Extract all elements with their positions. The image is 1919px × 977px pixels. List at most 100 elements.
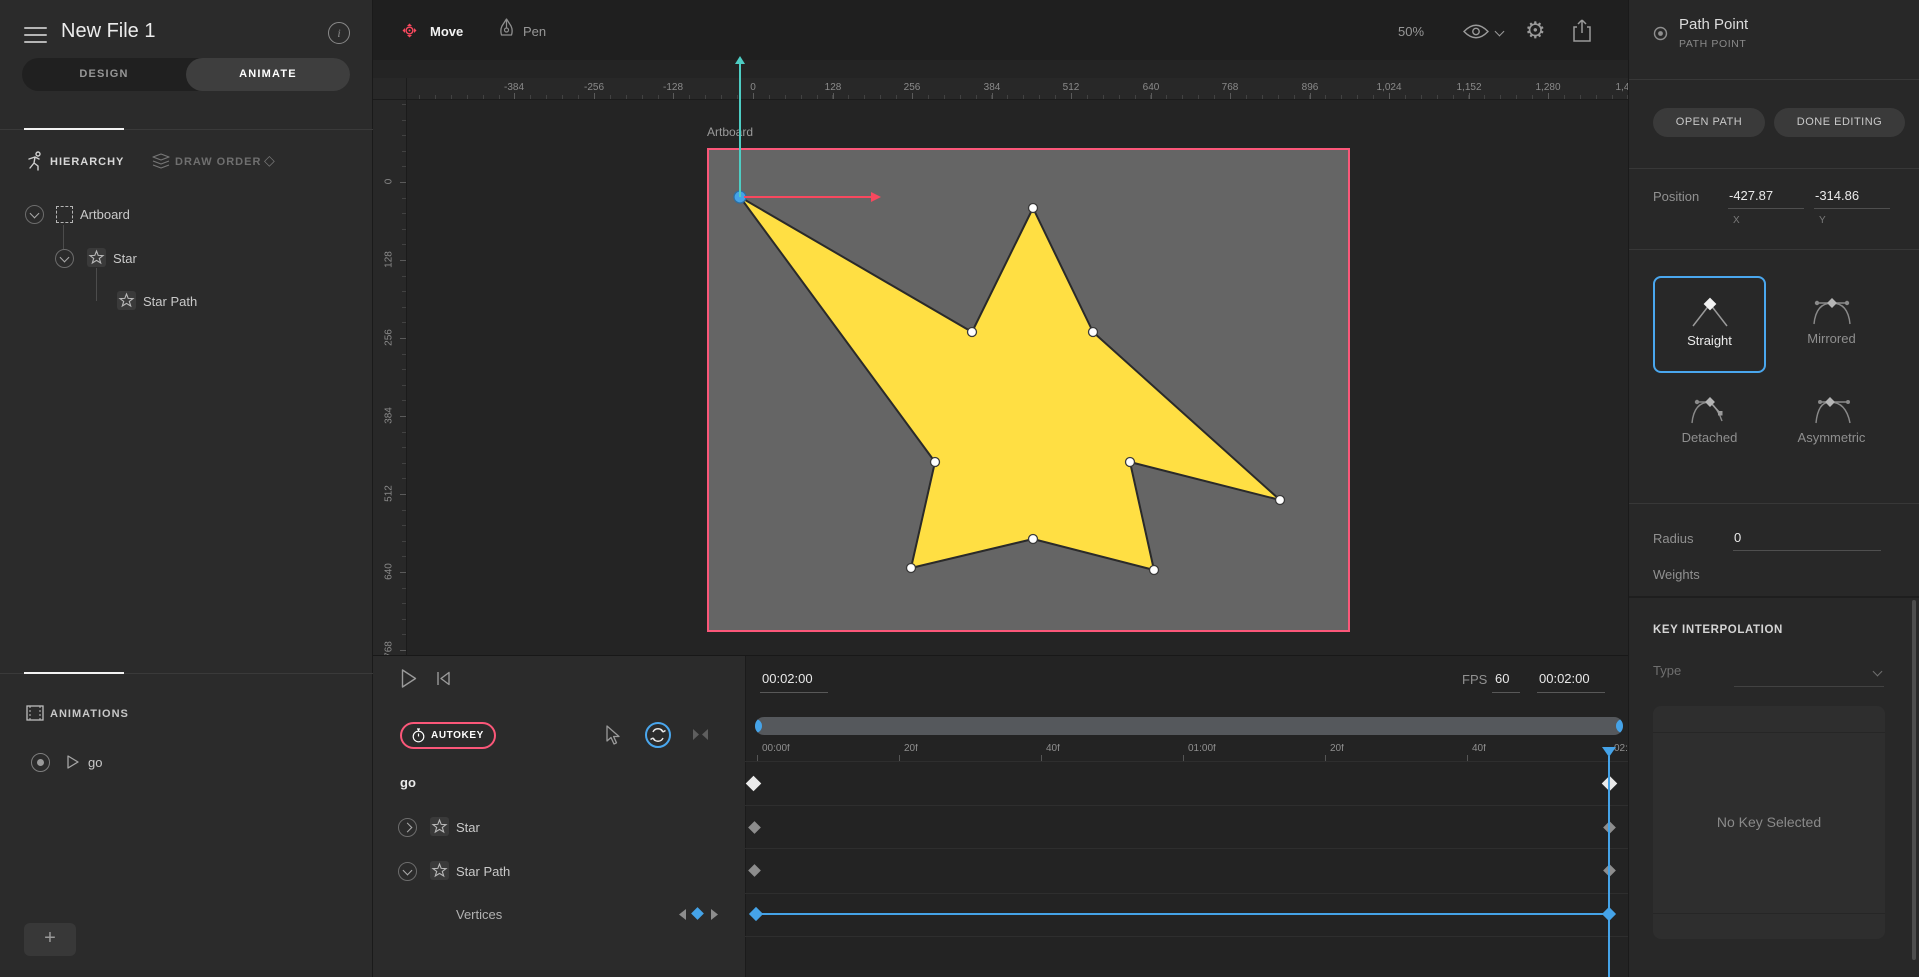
vertex-handle[interactable] xyxy=(1150,566,1159,575)
animations-header: ANIMATIONS xyxy=(50,708,129,720)
tab-animate[interactable]: ANIMATE xyxy=(186,58,350,91)
panel-scrollbar[interactable] xyxy=(1912,600,1916,960)
info-icon[interactable]: i xyxy=(328,22,350,44)
vertex-handle[interactable] xyxy=(931,458,940,467)
move-tool-icon[interactable] xyxy=(398,19,421,42)
detached-mode-icon xyxy=(1686,389,1734,427)
vertex-handle-selected[interactable] xyxy=(734,191,746,203)
type-label: Type xyxy=(1653,663,1681,678)
skip-to-start-button[interactable] xyxy=(436,671,451,686)
type-dropdown-chevron-icon[interactable] xyxy=(1873,667,1883,677)
track-star[interactable]: Star xyxy=(456,820,480,835)
mode-mirrored[interactable]: Mirrored xyxy=(1775,276,1888,373)
timeline-animation-name[interactable]: go xyxy=(400,775,416,790)
vertical-ruler: 0128256384512640768 xyxy=(373,100,407,655)
row-separator xyxy=(745,761,1628,762)
underline xyxy=(1814,208,1890,209)
timeline-range-scrubber[interactable] xyxy=(755,717,1623,735)
star-expand-toggle[interactable] xyxy=(55,249,74,268)
vertex-handle[interactable] xyxy=(1029,535,1038,544)
current-time-field[interactable]: 00:02:00 xyxy=(762,671,813,686)
export-icon[interactable] xyxy=(1571,18,1593,43)
cursor-icon[interactable] xyxy=(605,725,621,745)
radius-field[interactable]: 0 xyxy=(1734,530,1741,545)
artboard-expand-toggle[interactable] xyxy=(25,205,44,224)
tree-item-star-path[interactable]: Star Path xyxy=(143,294,197,309)
weights-label: Weights xyxy=(1653,567,1700,582)
prev-key-button[interactable] xyxy=(678,909,687,920)
tree-item-star[interactable]: Star xyxy=(113,251,137,266)
track-star-path[interactable]: Star Path xyxy=(456,864,510,879)
settings-gear-icon[interactable]: ⚙ xyxy=(1525,17,1546,44)
underline xyxy=(1733,550,1881,551)
animation-item-go[interactable]: go xyxy=(88,755,102,770)
add-animation-button[interactable]: + xyxy=(24,923,76,956)
stopwatch-icon xyxy=(412,728,425,743)
move-tool-label[interactable]: Move xyxy=(430,24,463,39)
draw-order-icon xyxy=(152,153,170,169)
position-y-field[interactable]: -314.86 xyxy=(1815,188,1859,203)
timeline-keyframe-area xyxy=(745,656,1628,977)
visibility-icon[interactable] xyxy=(1462,23,1490,40)
vertex-handle[interactable] xyxy=(968,328,977,337)
hierarchy-icon xyxy=(26,151,45,171)
zoom-level[interactable]: 50% xyxy=(1398,24,1424,39)
star-shape[interactable] xyxy=(407,100,1628,655)
timeline-controls xyxy=(373,656,745,977)
visibility-chevron-icon[interactable] xyxy=(1495,27,1505,37)
tab-draw-order[interactable]: DRAW ORDER xyxy=(175,156,261,168)
vertex-handle[interactable] xyxy=(1089,328,1098,337)
mode-straight[interactable]: Straight xyxy=(1653,276,1766,373)
menu-icon[interactable] xyxy=(24,27,47,48)
underline xyxy=(1734,686,1884,687)
mode-switch: DESIGN ANIMATE xyxy=(22,58,350,91)
tab-design[interactable]: DESIGN xyxy=(22,58,186,91)
duration-field[interactable]: 00:02:00 xyxy=(1539,671,1590,686)
straight-mode-label: Straight xyxy=(1655,333,1764,348)
mode-asymmetric[interactable]: Asymmetric xyxy=(1775,385,1888,465)
star-track-expand[interactable] xyxy=(398,818,417,837)
vertex-handle[interactable] xyxy=(907,564,916,573)
canvas-area: -384-256-12801282563845126407688961,0241… xyxy=(373,60,1628,655)
pen-tool-label[interactable]: Pen xyxy=(523,24,546,39)
play-button[interactable] xyxy=(400,668,418,689)
star-path-track-expand[interactable] xyxy=(398,862,417,881)
horizontal-ruler: -384-256-12801282563845126407688961,0241… xyxy=(407,78,1628,100)
tree-connector xyxy=(63,225,64,249)
vertex-handle[interactable] xyxy=(1126,458,1135,467)
divider xyxy=(1629,249,1919,250)
row-separator xyxy=(745,936,1628,937)
done-editing-button[interactable]: DONE EDITING xyxy=(1774,108,1905,137)
pen-tool-icon[interactable] xyxy=(497,18,516,42)
track-vertices[interactable]: Vertices xyxy=(456,907,502,922)
tab-hierarchy[interactable]: HIERARCHY xyxy=(50,156,124,168)
tree-item-artboard[interactable]: Artboard xyxy=(80,207,130,222)
play-animation-icon[interactable] xyxy=(66,754,80,770)
open-path-button[interactable]: OPEN PATH xyxy=(1653,108,1765,137)
frame-ruler[interactable]: 00:00f20f40f01:00f20f40f02:00f xyxy=(373,744,1628,761)
canvas-viewport[interactable]: Artboard xyxy=(407,100,1628,655)
animation-active-radio[interactable] xyxy=(31,753,50,772)
vertex-handle[interactable] xyxy=(1276,496,1285,505)
v-ruler-labels: 0128256384512640768 xyxy=(373,100,406,655)
next-key-button[interactable] xyxy=(710,909,719,920)
divider xyxy=(1629,503,1919,504)
range-end-handle[interactable] xyxy=(1616,719,1623,733)
tree-connector xyxy=(96,268,97,301)
divider xyxy=(1629,168,1919,169)
playhead-line[interactable] xyxy=(1608,756,1610,977)
pingpong-toggle[interactable] xyxy=(692,728,709,741)
mode-detached[interactable]: Detached xyxy=(1653,385,1766,465)
inspector-subtitle: PATH POINT xyxy=(1679,38,1746,50)
detached-mode-label: Detached xyxy=(1653,430,1766,445)
position-label: Position xyxy=(1653,189,1699,204)
radius-label: Radius xyxy=(1653,531,1693,546)
fps-field[interactable]: 60 xyxy=(1495,671,1509,686)
position-x-label: X xyxy=(1733,215,1740,226)
position-x-field[interactable]: -427.87 xyxy=(1729,188,1773,203)
section-divider xyxy=(1629,596,1919,598)
app-window: New File 1 i DESIGN ANIMATE HIERARCHY DR… xyxy=(0,0,1919,977)
range-start-handle[interactable] xyxy=(755,719,762,733)
vertex-handle[interactable] xyxy=(1029,204,1038,213)
film-icon xyxy=(26,705,44,721)
